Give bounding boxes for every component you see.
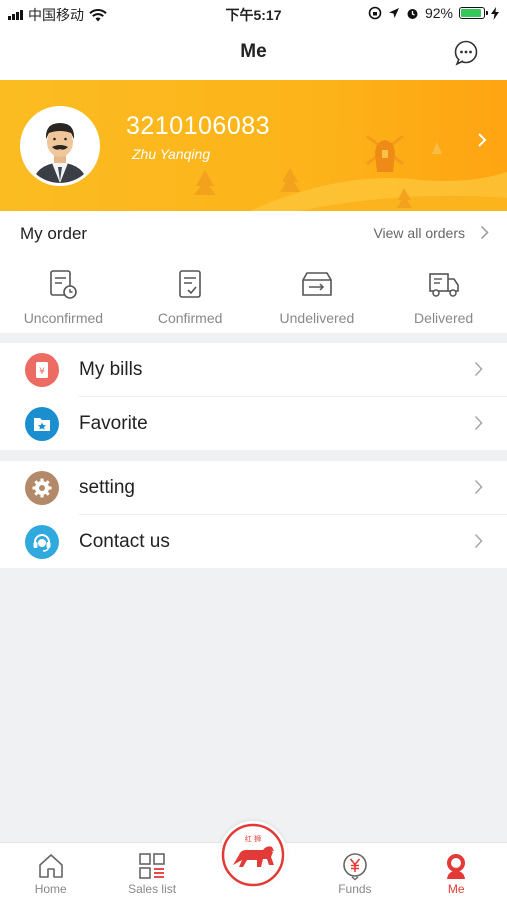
box-arrow-icon <box>302 272 332 296</box>
status-right: 92% <box>368 5 499 21</box>
tab-funds[interactable]: Funds <box>304 843 405 900</box>
page-title: Me <box>240 41 267 62</box>
clipboard-clock-icon <box>50 270 78 299</box>
truck-icon <box>428 273 459 297</box>
order-status-confirmed[interactable]: Confirmed <box>127 255 254 333</box>
chevron-right-icon[interactable] <box>477 132 487 148</box>
order-status-label: Confirmed <box>157 310 223 326</box>
order-header: My order View all orders <box>0 211 507 255</box>
headset-icon <box>25 524 59 559</box>
menu-item-label: setting <box>79 477 135 498</box>
lock-rotation-icon <box>368 6 382 20</box>
gear-icon <box>25 471 59 505</box>
tab-sales-list[interactable]: Sales list <box>101 843 202 900</box>
profile-banner[interactable]: 3210106083 Zhu Yanqing <box>0 80 507 211</box>
chevron-right-icon <box>474 415 483 430</box>
avatar[interactable] <box>20 106 100 186</box>
menu-group-support: setting Contact us <box>0 461 507 568</box>
tab-home[interactable]: Home <box>0 843 101 900</box>
order-status-delivered[interactable]: Delivered <box>380 255 507 333</box>
menu-item-label: My bills <box>79 359 143 380</box>
username: Zhu Yanqing <box>132 146 211 162</box>
tab-label: Funds <box>338 882 372 896</box>
menu-item-label: Favorite <box>79 412 148 434</box>
nav-bar: Me <box>0 28 507 80</box>
alarm-icon <box>407 8 418 19</box>
status-bar: 中国移动 下午5:17 92% <box>0 0 507 28</box>
order-status-row: Unconfirmed Confirmed Undelivered Delive… <box>0 255 507 333</box>
battery-fill <box>461 9 482 17</box>
chevron-right-icon <box>474 533 483 548</box>
folder-star-icon <box>25 406 59 441</box>
menu-item-my-bills[interactable]: ¥ My bills <box>0 343 507 397</box>
tab-center-logo[interactable]: 红 狮 <box>203 821 304 900</box>
chevron-right-icon <box>474 361 483 377</box>
bill-icon: ¥ <box>25 353 59 387</box>
order-section-title: My order <box>20 224 88 243</box>
chevron-right-icon[interactable] <box>480 225 489 240</box>
chevron-right-icon <box>474 479 483 495</box>
order-status-undelivered[interactable]: Undelivered <box>254 255 381 333</box>
tab-label: Home <box>34 882 67 896</box>
home-icon <box>38 854 63 878</box>
yen-icon <box>343 853 367 881</box>
order-status-label: Delivered <box>414 310 474 326</box>
view-all-orders-link[interactable]: View all orders <box>373 225 465 241</box>
user-avatar-icon <box>23 109 97 183</box>
menu-group-account: ¥ My bills Favorite <box>0 343 507 450</box>
order-status-unconfirmed[interactable]: Unconfirmed <box>0 255 127 333</box>
menu-item-favorite[interactable]: Favorite <box>0 397 507 451</box>
menu-item-contact-us[interactable]: Contact us <box>0 515 507 569</box>
charging-icon <box>491 6 499 20</box>
order-status-label: Unconfirmed <box>23 310 104 326</box>
svg-text:¥: ¥ <box>39 367 45 377</box>
brand-logo[interactable]: 红 狮 <box>219 821 288 889</box>
menu-item-label: Contact us <box>79 530 170 552</box>
battery-percent: 92% <box>424 5 453 21</box>
person-icon <box>447 854 466 879</box>
message-icon[interactable] <box>453 40 479 66</box>
battery-icon <box>459 7 488 19</box>
clipboard-check-icon <box>179 270 201 298</box>
grid-list-icon <box>139 853 165 879</box>
location-icon <box>388 8 399 18</box>
tab-me[interactable]: Me <box>406 843 507 900</box>
menu-item-setting[interactable]: setting <box>0 461 507 515</box>
account-number: 3210106083 <box>126 112 271 140</box>
bottom-tab-bar: Home Sales list 红 狮 Funds Me <box>0 821 507 900</box>
logo-text: 红 狮 <box>245 834 261 843</box>
tab-label: Sales list <box>128 882 177 896</box>
order-status-label: Undelivered <box>279 310 355 326</box>
tab-label: Me <box>447 882 465 896</box>
lion-logo-icon: 红 狮 <box>222 823 285 887</box>
